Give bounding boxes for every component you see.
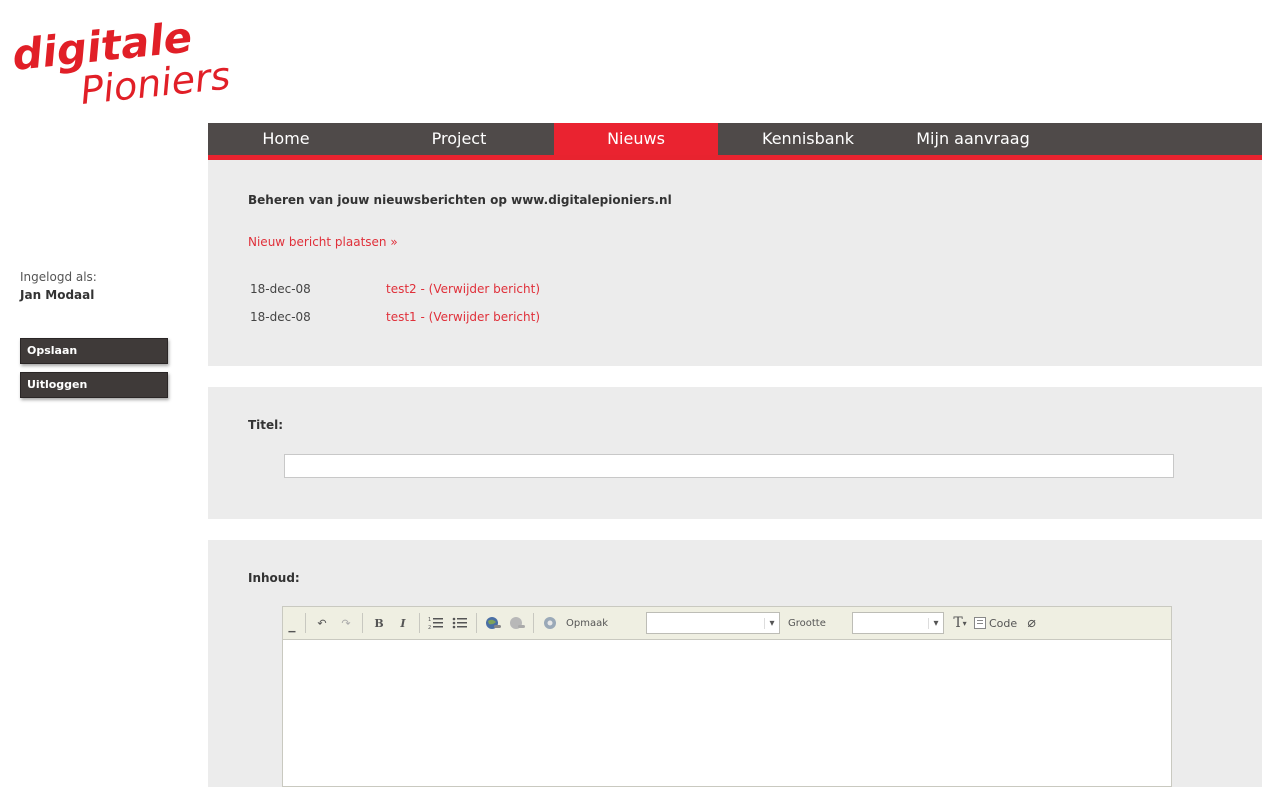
eraser-icon[interactable]: ⌀ xyxy=(1021,612,1041,634)
news-item-link[interactable]: test2 - (Verwijder bericht) xyxy=(386,282,540,296)
logged-in-user: Jan Modaal xyxy=(20,288,95,302)
news-row: 18-dec-08 test1 - (Verwijder bericht) xyxy=(250,310,540,324)
ordered-list-icon[interactable]: 12 xyxy=(426,612,446,634)
digitale-pioniers-logo: digitale Pioniers xyxy=(10,12,232,113)
unlink-icon[interactable] xyxy=(507,612,527,634)
svg-text:1: 1 xyxy=(428,617,431,623)
italic-icon[interactable]: I xyxy=(393,612,413,634)
image-icon[interactable] xyxy=(540,612,560,634)
news-date: 18-dec-08 xyxy=(250,282,311,296)
page-title: Beheren van jouw nieuwsberichten op www.… xyxy=(248,193,672,207)
nav-item-home[interactable]: Home xyxy=(208,123,364,155)
new-post-link[interactable]: Nieuw bericht plaatsen » xyxy=(248,235,398,249)
size-label: Grootte xyxy=(788,617,826,629)
site-logo[interactable]: digitale Pioniers xyxy=(10,12,270,122)
save-button[interactable]: Opslaan xyxy=(20,338,168,364)
undo-icon[interactable]: ↶ xyxy=(312,612,332,634)
title-input[interactable] xyxy=(284,454,1174,478)
redo-icon[interactable]: ↷ xyxy=(336,612,356,634)
chevron-down-icon: ▾ xyxy=(764,617,779,629)
rich-text-editor: ▁ ↶ ↷ B I 12 Opmaak ▾ Grootte ▾ T ▾ Code… xyxy=(282,606,1172,787)
editor-toolbar: ▁ ↶ ↷ B I 12 Opmaak ▾ Grootte ▾ T ▾ Code… xyxy=(282,606,1172,640)
format-select[interactable]: ▾ xyxy=(646,612,780,634)
news-row: 18-dec-08 test2 - (Verwijder bericht) xyxy=(250,282,540,296)
logged-in-label: Ingelogd als: xyxy=(20,270,97,284)
nav-item-kennisbank[interactable]: Kennisbank xyxy=(718,123,898,155)
news-date: 18-dec-08 xyxy=(250,310,311,324)
content-panel: Inhoud: ▁ ↶ ↷ B I 12 Opmaak ▾ Grootte ▾ … xyxy=(208,540,1262,787)
editor-content-area[interactable] xyxy=(282,640,1172,787)
format-label: Opmaak xyxy=(566,617,609,629)
nav-item-nieuws[interactable]: Nieuws xyxy=(554,123,718,155)
toolbar-separator xyxy=(533,613,534,633)
size-select[interactable]: ▾ xyxy=(852,612,944,634)
title-panel: Titel: xyxy=(208,387,1262,519)
toolbar-separator xyxy=(362,613,363,633)
content-label: Inhoud: xyxy=(248,571,300,585)
nav-item-mijn-aanvraag[interactable]: Mijn aanvraag xyxy=(898,123,1048,155)
text-color-icon[interactable]: T ▾ xyxy=(950,612,970,634)
code-button[interactable]: Code xyxy=(974,612,1017,634)
bold-icon[interactable]: B xyxy=(369,612,389,634)
svg-text:2: 2 xyxy=(428,625,431,630)
toolbar-separator xyxy=(305,613,306,633)
news-management-panel: Beheren van jouw nieuwsberichten op www.… xyxy=(208,160,1262,366)
chevron-down-icon: ▾ xyxy=(928,617,943,629)
collapse-toolbar-icon[interactable]: ▁ xyxy=(285,617,299,639)
sidebar: Ingelogd als: Jan Modaal Opslaan Uitlogg… xyxy=(20,270,180,398)
code-label: Code xyxy=(989,616,1018,630)
title-label: Titel: xyxy=(248,418,284,432)
logout-button[interactable]: Uitloggen xyxy=(20,372,168,398)
toolbar-separator xyxy=(419,613,420,633)
news-item-link[interactable]: test1 - (Verwijder bericht) xyxy=(386,310,540,324)
unordered-list-icon[interactable] xyxy=(450,612,470,634)
main-nav: Home Project Nieuws Kennisbank Mijn aanv… xyxy=(208,123,1262,160)
toolbar-separator xyxy=(476,613,477,633)
link-icon[interactable] xyxy=(483,612,503,634)
code-icon xyxy=(974,617,986,629)
nav-item-project[interactable]: Project xyxy=(364,123,554,155)
